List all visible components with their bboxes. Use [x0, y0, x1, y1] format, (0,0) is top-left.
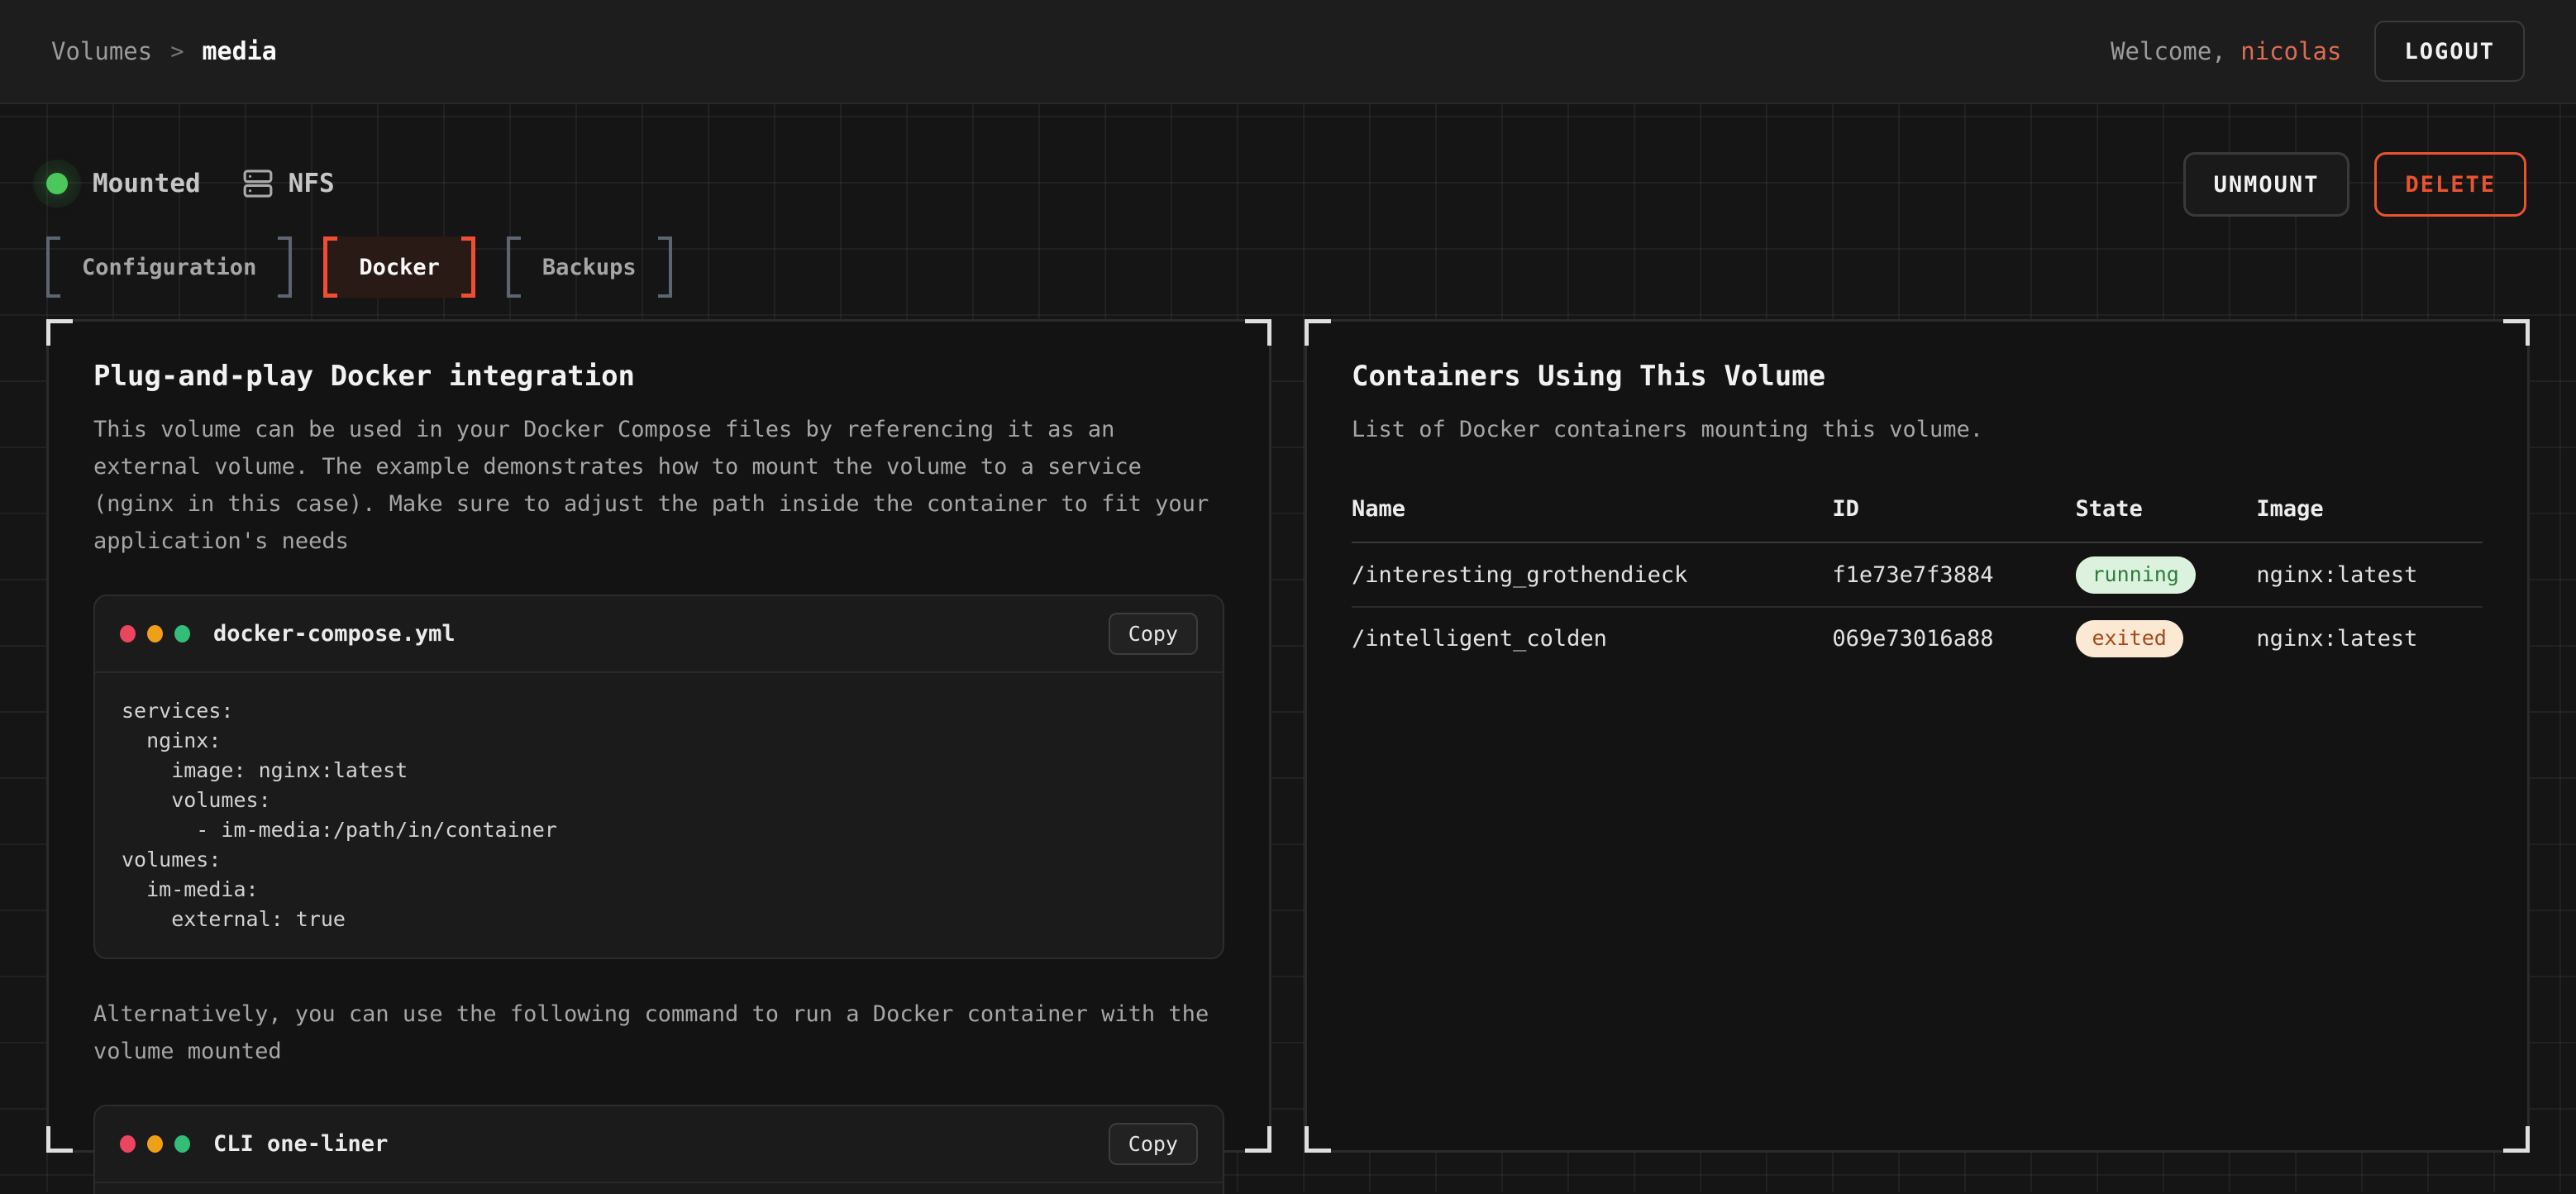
driver-label: NFS	[289, 169, 335, 198]
tab-bracket-left-icon	[323, 236, 337, 298]
breadcrumb-volumes-link[interactable]: Volumes	[51, 37, 152, 65]
tab-docker[interactable]: Docker	[323, 236, 475, 298]
status-badge: running	[2076, 556, 2196, 594]
docker-panel-description: This volume can be used in your Docker C…	[93, 411, 1224, 560]
driver-group: NFS	[242, 168, 335, 199]
containers-panel-title: Containers Using This Volume	[1352, 360, 2483, 393]
traffic-yellow-icon	[147, 625, 163, 642]
containers-table: Name ID State Image /interesting_grothen…	[1352, 496, 2483, 669]
main-content: Mounted NFS UNMOUNT DELETE Configuration…	[0, 104, 2576, 1192]
panel-corner-icon	[1305, 319, 1331, 346]
compose-copy-button[interactable]: Copy	[1109, 613, 1198, 655]
traffic-red-icon	[120, 1135, 136, 1153]
container-image: nginx:latest	[2256, 626, 2483, 652]
table-row: /interesting_grothendieck f1e73e7f3884 r…	[1352, 543, 2483, 606]
traffic-green-icon	[174, 625, 190, 642]
tab-docker-label: Docker	[337, 236, 461, 298]
welcome-text: Welcome, nicolas	[2111, 37, 2341, 65]
container-name: /interesting_grothendieck	[1352, 562, 1832, 588]
traffic-lights-icon	[120, 625, 190, 642]
traffic-red-icon	[120, 625, 136, 642]
username: nicolas	[2240, 37, 2341, 65]
container-id: 069e73016a88	[1832, 626, 2075, 652]
compose-code-card-header: docker-compose.yml Copy	[95, 596, 1223, 673]
welcome-prefix: Welcome,	[2111, 37, 2226, 65]
cli-intro-text: Alternatively, you can use the following…	[93, 996, 1224, 1070]
status-badge: exited	[2076, 620, 2183, 657]
containers-panel-subtitle: List of Docker containers mounting this …	[1352, 411, 2483, 448]
breadcrumb-current-volume: media	[202, 37, 276, 66]
tab-configuration[interactable]: Configuration	[46, 236, 292, 298]
column-header-image: Image	[2256, 496, 2483, 522]
containers-panel: Containers Using This Volume List of Doc…	[1305, 319, 2530, 1153]
panel-corner-icon	[2503, 1126, 2530, 1153]
server-icon	[242, 168, 274, 199]
compose-code: services: nginx: image: nginx:latest vol…	[95, 673, 1223, 958]
panel-corner-icon	[1245, 1126, 1271, 1153]
tab-backups-label: Backups	[521, 236, 658, 298]
cli-code-card-header: CLI one-liner Copy	[95, 1106, 1223, 1183]
user-area: Welcome, nicolas LOGOUT	[2111, 21, 2525, 82]
tab-bracket-right-icon	[658, 236, 672, 298]
tab-bracket-left-icon	[507, 236, 521, 298]
breadcrumb: Volumes > media	[51, 37, 277, 66]
volume-status-row: Mounted NFS	[46, 104, 2530, 212]
cli-copy-button[interactable]: Copy	[1109, 1123, 1198, 1165]
unmount-button[interactable]: UNMOUNT	[2183, 152, 2350, 217]
tab-bar: Configuration Docker Backups	[46, 236, 2530, 298]
top-bar: Volumes > media Welcome, nicolas LOGOUT	[0, 0, 2576, 104]
compose-filename: docker-compose.yml	[213, 621, 456, 647]
column-header-state: State	[2076, 496, 2257, 522]
mounted-status-label: Mounted	[93, 169, 201, 198]
panel-corner-icon	[46, 1126, 73, 1153]
traffic-green-icon	[174, 1135, 190, 1153]
cli-filename: CLI one-liner	[213, 1131, 388, 1157]
volume-actions: UNMOUNT DELETE	[2183, 152, 2526, 217]
cli-code: docker run -v im-media:/path/in/containe…	[95, 1183, 1223, 1194]
tab-bracket-left-icon	[46, 236, 60, 298]
traffic-lights-icon	[120, 1135, 190, 1153]
panel-corner-icon	[1305, 1126, 1331, 1153]
traffic-yellow-icon	[147, 1135, 163, 1153]
panel-corner-icon	[46, 319, 73, 346]
table-header-row: Name ID State Image	[1352, 496, 2483, 543]
column-header-name: Name	[1352, 496, 1832, 522]
tab-backups[interactable]: Backups	[507, 236, 672, 298]
panels: Plug-and-play Docker integration This vo…	[46, 319, 2530, 1153]
container-image: nginx:latest	[2256, 562, 2483, 588]
docker-panel-title: Plug-and-play Docker integration	[93, 360, 1224, 393]
mounted-status-dot-icon	[46, 173, 68, 194]
table-row: /intelligent_colden 069e73016a88 exited …	[1352, 606, 2483, 669]
breadcrumb-separator-icon: >	[170, 39, 184, 64]
column-header-id: ID	[1832, 496, 2075, 522]
tab-bracket-right-icon	[278, 236, 292, 298]
logout-button[interactable]: LOGOUT	[2374, 21, 2525, 82]
docker-integration-panel: Plug-and-play Docker integration This vo…	[46, 319, 1271, 1153]
cli-code-card: CLI one-liner Copy docker run -v im-medi…	[93, 1105, 1224, 1194]
compose-code-card: docker-compose.yml Copy services: nginx:…	[93, 595, 1224, 959]
panel-corner-icon	[2503, 319, 2530, 346]
tab-bracket-right-icon	[461, 236, 475, 298]
panel-corner-icon	[1245, 319, 1271, 346]
container-name: /intelligent_colden	[1352, 626, 1832, 652]
delete-button[interactable]: DELETE	[2374, 152, 2526, 217]
container-id: f1e73e7f3884	[1832, 562, 2075, 588]
tab-configuration-label: Configuration	[60, 236, 278, 298]
